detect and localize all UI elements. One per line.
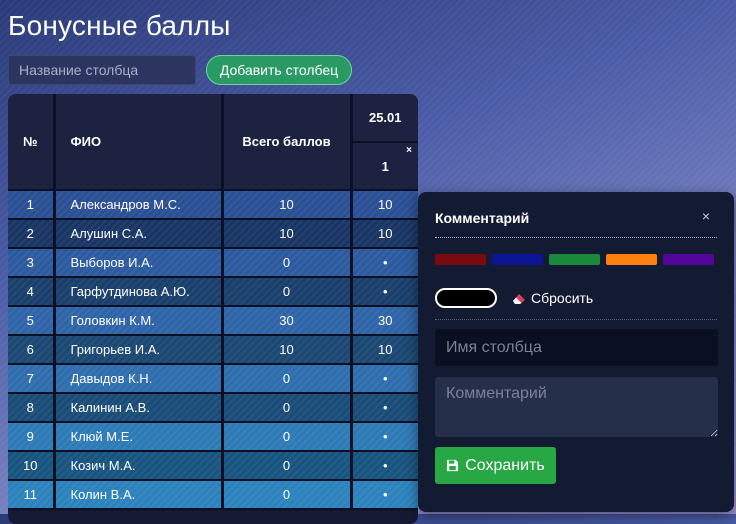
header-date[interactable]: 25.01: [351, 94, 418, 143]
row-total: 0: [222, 277, 353, 307]
reset-label: Сбросить: [531, 290, 594, 306]
row-number: 11: [8, 480, 56, 510]
eraser-icon: [513, 294, 525, 304]
row-score[interactable]: •: [351, 422, 418, 452]
row-name: Выборов И.А.: [54, 248, 224, 278]
divider: [435, 319, 717, 320]
table-row: 1 Александров М.С. 10 10: [8, 190, 418, 220]
table-row: 5 Головкин К.М. 30 30: [8, 306, 418, 336]
row-name: Давыдов К.Н.: [54, 364, 224, 394]
row-score[interactable]: •: [351, 364, 418, 394]
row-total: 0: [222, 393, 353, 423]
row-total: 0: [222, 480, 353, 510]
table-row: 2 Алушин С.А. 10 10: [8, 219, 418, 249]
comment-modal: Комментарий × Сбросить Сохранить: [418, 192, 734, 512]
row-name: Александров М.С.: [54, 190, 224, 220]
row-total: 0: [222, 422, 353, 452]
row-total: 10: [222, 219, 353, 249]
row-total: 0: [222, 248, 353, 278]
row-number: 2: [8, 219, 56, 249]
row-number: 6: [8, 335, 56, 365]
reset-button[interactable]: Сбросить: [512, 290, 593, 306]
row-name: Козич М.А.: [54, 451, 224, 481]
header-number: №: [8, 94, 56, 191]
row-score[interactable]: 30: [351, 306, 418, 336]
header-date-sub-label: 1: [381, 158, 389, 174]
row-number: 1: [8, 190, 56, 220]
row-score[interactable]: •: [351, 393, 418, 423]
row-score[interactable]: 10: [351, 335, 418, 365]
color-swatch[interactable]: [435, 254, 486, 265]
row-name: Клюй М.Е.: [54, 422, 224, 452]
row-score[interactable]: 10: [351, 219, 418, 249]
row-number: 7: [8, 364, 56, 394]
save-icon: [447, 459, 459, 472]
table-row: 4 Гарфутдинова А.Ю. 0 •: [8, 277, 418, 307]
row-name: Алушин С.А.: [54, 219, 224, 249]
table-row: 7 Давыдов К.Н. 0 •: [8, 364, 418, 394]
divider: [435, 237, 717, 238]
color-swatch[interactable]: [492, 254, 543, 265]
row-total: 10: [222, 335, 353, 365]
scores-table: № ФИО Всего баллов 25.01 1 × 1 Александро…: [8, 94, 418, 524]
row-name: Гарфутдинова А.Ю.: [54, 277, 224, 307]
table-row: 10 Козич М.А. 0 •: [8, 451, 418, 481]
row-total: 30: [222, 306, 353, 336]
table-row: 9 Клюй М.Е. 0 •: [8, 422, 418, 452]
row-name: Калинин А.В.: [54, 393, 224, 423]
row-score[interactable]: •: [351, 277, 418, 307]
row-name: Колин В.А.: [54, 480, 224, 510]
color-swatch[interactable]: [606, 254, 657, 265]
row-number: 10: [8, 451, 56, 481]
comment-field[interactable]: [435, 377, 718, 437]
table-row: 6 Григорьев И.А. 10 10: [8, 335, 418, 365]
row-score[interactable]: •: [351, 451, 418, 481]
save-button[interactable]: Сохранить: [435, 447, 556, 484]
row-score[interactable]: •: [351, 480, 418, 510]
save-label: Сохранить: [465, 456, 545, 474]
row-name: Головкин К.М.: [54, 306, 224, 336]
color-picker[interactable]: [435, 288, 497, 308]
close-icon[interactable]: ×: [702, 208, 710, 224]
row-total: 0: [222, 364, 353, 394]
table-row: 3 Выборов И.А. 0 •: [8, 248, 418, 278]
row-name: Григорьев И.А.: [54, 335, 224, 365]
page-title: Бонусные баллы: [8, 10, 231, 41]
column-name-input[interactable]: [8, 55, 196, 85]
color-swatches: [435, 254, 714, 265]
add-column-button[interactable]: Добавить столбец: [206, 55, 352, 85]
color-swatch[interactable]: [549, 254, 600, 265]
row-total: 0: [222, 451, 353, 481]
column-name-field[interactable]: [435, 329, 718, 366]
header-total: Всего баллов: [222, 94, 353, 191]
row-number: 8: [8, 393, 56, 423]
table-row: 11 Колин В.А. 0 •: [8, 480, 418, 510]
header-name: ФИО: [54, 94, 224, 191]
table-row: 8 Калинин А.В. 0 •: [8, 393, 418, 423]
modal-title: Комментарий: [435, 210, 530, 226]
row-score[interactable]: 10: [351, 190, 418, 220]
row-number: 4: [8, 277, 56, 307]
row-score[interactable]: •: [351, 248, 418, 278]
color-swatch[interactable]: [663, 254, 714, 265]
header-date-sub[interactable]: 1 ×: [351, 142, 418, 191]
remove-column-icon[interactable]: ×: [406, 145, 412, 156]
row-number: 5: [8, 306, 56, 336]
row-total: 10: [222, 190, 353, 220]
row-number: 3: [8, 248, 56, 278]
row-number: 9: [8, 422, 56, 452]
